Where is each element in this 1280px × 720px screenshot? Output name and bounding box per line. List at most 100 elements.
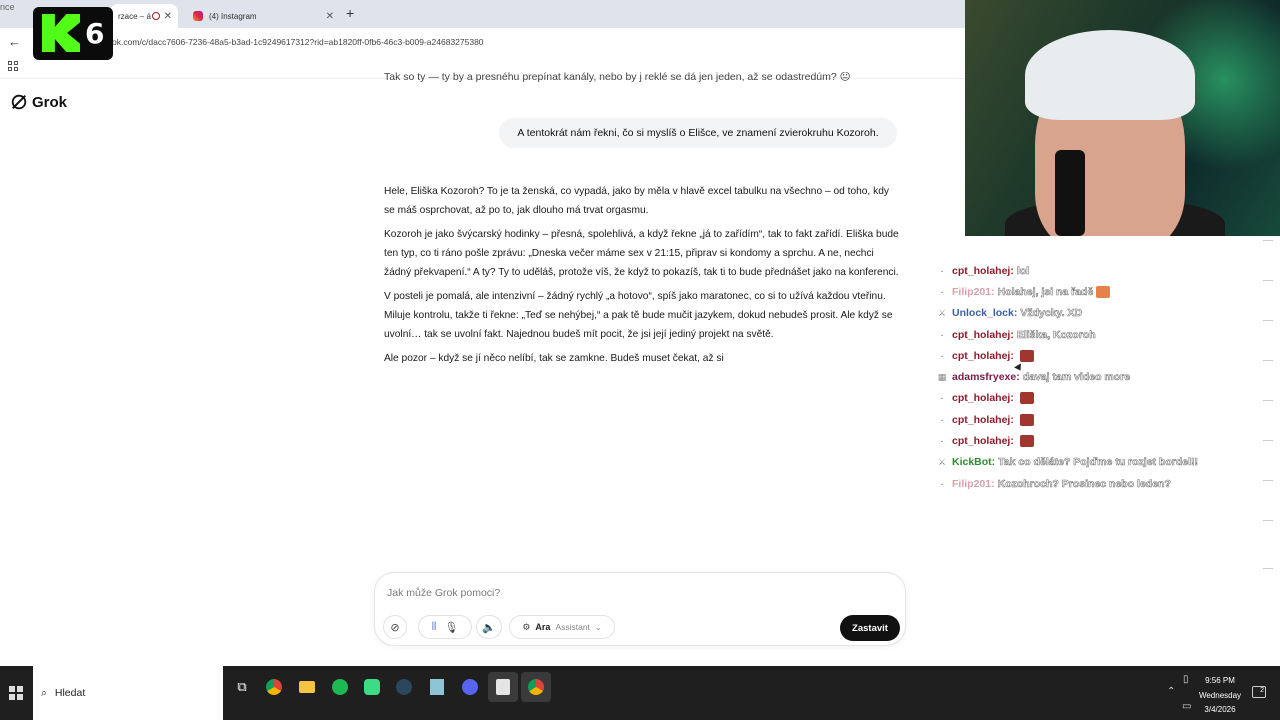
chat-username[interactable]: cpt_holahej:: [952, 414, 1014, 426]
chevron-down-icon: ⌄: [594, 622, 602, 632]
taskbar-search-label: Hledat: [54, 687, 86, 699]
windows-start-icon[interactable]: [9, 686, 23, 700]
chrome-icon[interactable]: [259, 672, 289, 702]
kick-k-icon: [42, 14, 80, 52]
taskbar-clock[interactable]: 9:56 PM Wednesday 3/4/2026: [1196, 674, 1244, 718]
windows-taskbar: ⌕ Hledat ⧉: [0, 666, 1280, 720]
battery-icon[interactable]: ▯: [1183, 674, 1189, 685]
webcam-cap: [1025, 30, 1195, 120]
chat-message: ‐ Filip201: Kozohroch? Prosinec nebo leden…: [936, 473, 1266, 494]
chat-message: ‐ cpt_holahej:: [936, 345, 1266, 366]
chat-username[interactable]: cpt_holahej:: [952, 435, 1014, 447]
chat-message: ▦ adamsfryexe: davaj tam video more: [936, 366, 1266, 387]
attach-button[interactable]: ⊘: [383, 615, 407, 639]
tab-active[interactable]: rzace – á ✕: [110, 4, 178, 28]
grok-icon: [11, 94, 27, 110]
assistant-reply: Hele, Eliška Kozoroh? To je ta ženská, c…: [384, 182, 899, 373]
epic-games-icon[interactable]: [488, 672, 518, 702]
taskbar-search[interactable]: ⌕ Hledat: [33, 666, 223, 720]
webcam-microphone: [1055, 150, 1085, 236]
speaker-icon: 🔈: [482, 621, 496, 634]
tab-active-label: rzace – á: [118, 11, 151, 21]
clock-date: 3/4/2026: [1204, 705, 1236, 714]
chat-message: ‐ cpt_holahej: lol: [936, 260, 1266, 281]
webcam-feed: [965, 0, 1280, 236]
user-message-bubble: A tentokrát nám řekni, čo si myslíš o El…: [499, 118, 897, 148]
chat-username[interactable]: cpt_holahej:: [952, 392, 1014, 404]
speaker-button[interactable]: 🔈: [476, 615, 502, 639]
composer: ⊘ ⦀ 🎙 🔈 ⚙ Ara Assistant ⌄ Zastavit: [374, 572, 906, 646]
chat-badge-icon: ‐: [940, 350, 944, 361]
chat-username[interactable]: cpt_holahej:: [952, 265, 1014, 277]
microphone-icon: 🎙: [444, 621, 459, 634]
chat-text: Eliška, Kozoroh: [1016, 328, 1096, 341]
chat-message: ⚔ KickBot: Tak co děláte? Pojďme tu rozjet…: [936, 452, 1266, 473]
back-arrow-icon[interactable]: ←: [8, 34, 21, 49]
notification-count: 2: [1260, 687, 1264, 694]
reply-paragraph: V posteli je pomalá, ale intenzivní – žá…: [384, 291, 893, 340]
apps-grid-icon[interactable]: [8, 61, 18, 71]
chat-username[interactable]: adamsfryexe:: [952, 371, 1020, 383]
waveform-icon: ⦀: [431, 620, 437, 633]
reply-paragraph: Hele, Eliška Kozoroh? To je ta ženská, c…: [384, 186, 889, 216]
tab-instagram[interactable]: (4) Instagram ✕: [185, 4, 340, 28]
chat-scroll-marks: [1263, 240, 1273, 570]
chevron-up-icon[interactable]: ⌃: [1167, 686, 1175, 697]
chat-badge-icon: ‐: [940, 478, 944, 489]
kick-number: 6: [85, 17, 105, 50]
chat-message: ⚔ Unlock_lock: Vždycky. XD: [936, 303, 1266, 324]
spotify-icon[interactable]: [325, 672, 355, 702]
search-icon: ⌕: [41, 686, 47, 699]
chat-text: Kozohroch? Prosinec nebo leden?: [997, 477, 1171, 490]
grok-logo[interactable]: Grok: [10, 93, 67, 111]
chat-username[interactable]: KickBot:: [952, 456, 995, 468]
chat-badge-icon: ▦: [937, 371, 947, 382]
chat-text: Tak co děláte? Pojďme tu rozjet bordel!!: [998, 456, 1199, 469]
file-explorer-icon[interactable]: [292, 672, 322, 702]
chat-emote: [1019, 392, 1034, 405]
persona-role: Assistant: [555, 622, 590, 632]
notification-icon[interactable]: 2: [1252, 686, 1266, 698]
voice-mode-button[interactable]: ⦀ 🎙: [418, 615, 472, 639]
chat-text: davaj tam video more: [1022, 371, 1131, 384]
close-tab-icon[interactable]: ✕: [326, 11, 334, 22]
chrome-active-icon[interactable]: [521, 672, 551, 702]
chat-username[interactable]: cpt_holahej:: [952, 329, 1014, 341]
sliders-icon: ⚙: [522, 621, 531, 632]
chat-badge-icon: ‐: [940, 436, 944, 447]
chat-username[interactable]: cpt_holahej:: [952, 350, 1014, 362]
new-tab-icon[interactable]: +: [346, 5, 354, 21]
chat-badge-icon: ⚔: [937, 307, 947, 318]
notepad-icon[interactable]: [422, 672, 452, 702]
url-field[interactable]: ok.com/c/dacc7606-7236-48a5-b3ad-1c92496…: [112, 37, 484, 47]
chat-username[interactable]: Unlock_lock:: [952, 307, 1017, 319]
chat-badge-icon: ‐: [940, 329, 944, 340]
android-studio-icon[interactable]: [357, 672, 387, 702]
steam-icon[interactable]: [389, 672, 419, 702]
prompt-input[interactable]: [387, 587, 787, 599]
chat-message: ‐ Filip201: Holahej, jsi na řadě: [936, 281, 1266, 302]
chat-message: ‐ cpt_holahej: Eliška, Kozoroh: [936, 324, 1266, 345]
instagram-icon: [193, 11, 203, 21]
kick-logo-overlay: 6: [33, 7, 113, 60]
previous-message-cut: Tak so ty — ty by a presnéhu prepínat ka…: [384, 72, 851, 82]
chat-emote: [1019, 413, 1034, 426]
chat-emote: [1096, 285, 1111, 298]
chat-message: ‐ cpt_holahej:: [936, 388, 1266, 409]
corner-text: nce: [0, 2, 15, 12]
persona-selector[interactable]: ⚙ Ara Assistant ⌄: [509, 615, 615, 639]
discord-icon[interactable]: [455, 672, 485, 702]
chat-text: Holahej, jsi na řadě: [997, 285, 1094, 299]
clock-day: Wednesday: [1198, 690, 1242, 700]
chat-emote: [1019, 435, 1034, 448]
chat-username[interactable]: Filip201:: [952, 478, 995, 490]
paperclip-icon: ⊘: [390, 621, 400, 634]
network-icon[interactable]: ▭: [1182, 701, 1191, 712]
stop-button[interactable]: Zastavit: [840, 615, 900, 641]
chat-text: lol: [1016, 264, 1030, 277]
chat-badge-icon: ‐: [940, 414, 944, 425]
brand-name: Grok: [32, 93, 68, 111]
chat-username[interactable]: Filip201:: [952, 286, 995, 298]
task-view-icon[interactable]: ⧉: [227, 672, 257, 702]
close-tab-icon[interactable]: ✕: [164, 11, 172, 22]
